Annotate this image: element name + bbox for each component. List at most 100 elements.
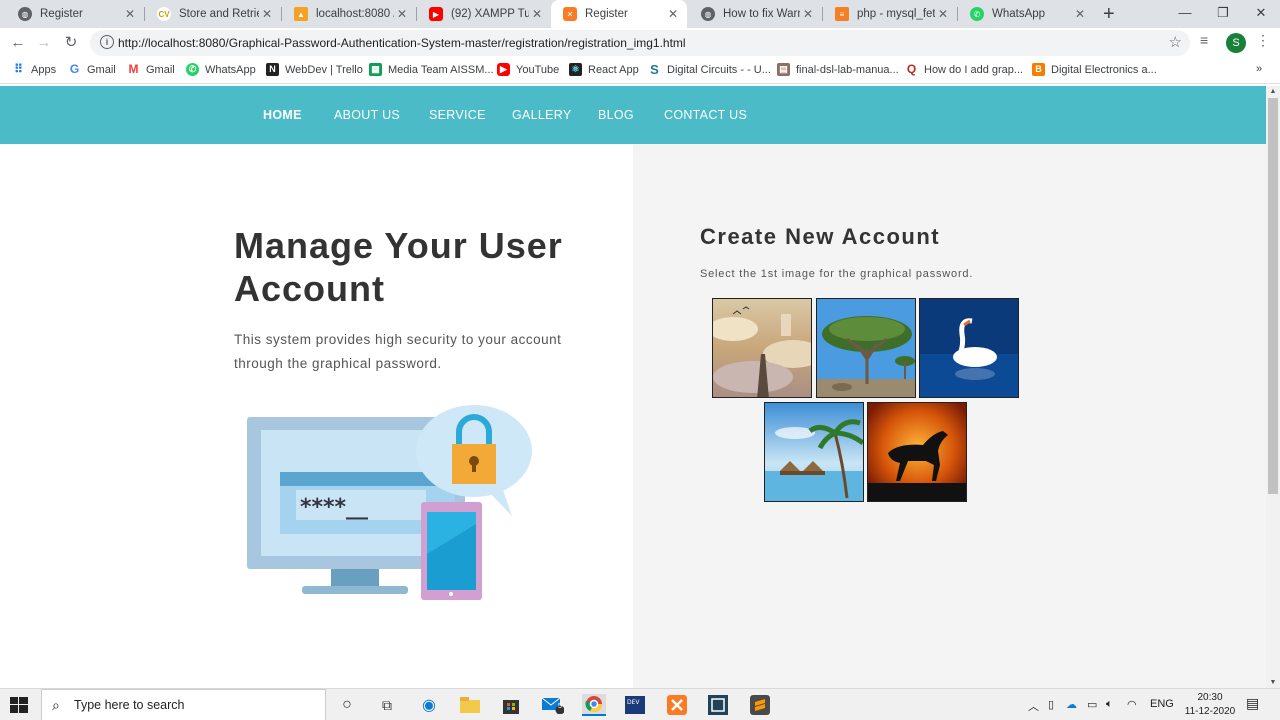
tab-title: (92) XAMPP Tutori	[451, 8, 529, 20]
bookmark-youtube[interactable]: ▶ YouTube	[497, 63, 559, 76]
bookmark-label: final-dsl-lab-manua...	[796, 63, 899, 76]
tab-xampp-tutorial[interactable]: ▶ (92) XAMPP Tutori ✕	[417, 0, 551, 28]
close-icon[interactable]: ✕	[122, 7, 138, 21]
new-tab-button[interactable]: +	[1103, 3, 1115, 25]
bookmark-dsl-lab[interactable]: ▤ final-dsl-lab-manua...	[777, 63, 899, 76]
sublime-text-icon[interactable]	[748, 694, 772, 716]
devcpp-icon[interactable]: DEV	[623, 694, 647, 716]
bookmarks-overflow-button[interactable]: »	[1256, 63, 1262, 75]
hero-section: Manage Your User Account This system pro…	[0, 144, 633, 688]
browser-toolbar: ← → ↻ i http://localhost:8080/Graphical-…	[0, 28, 1280, 58]
scrollbar-thumb[interactable]	[1268, 98, 1278, 494]
bookmarks-bar: ⠿ Apps G Gmail M Gmail ✆ WhatsApp N WebD…	[0, 58, 1280, 84]
fantasy-bridge-image[interactable]	[712, 298, 812, 398]
nav-gallery[interactable]: GALLERY	[512, 108, 572, 122]
close-icon[interactable]: ✕	[1072, 7, 1088, 21]
nav-about-us[interactable]: ABOUT US	[334, 108, 400, 122]
bookmark-media-team[interactable]: ▦ Media Team AISSM...	[369, 63, 494, 76]
bookmark-label: YouTube	[516, 63, 560, 76]
close-icon[interactable]: ✕	[259, 7, 275, 21]
cortana-icon[interactable]: ○	[335, 694, 359, 716]
nav-home[interactable]: HOME	[263, 108, 302, 122]
nav-service[interactable]: SERVICE	[429, 108, 486, 122]
notification-icon[interactable]: ▤	[1246, 695, 1259, 712]
url-text[interactable]: http://localhost:8080/Graphical-Password…	[118, 36, 686, 50]
bookmark-gmail[interactable]: M Gmail	[127, 63, 175, 76]
reload-icon[interactable]: ↻	[61, 33, 81, 53]
media-control-icon[interactable]: ≡	[1200, 32, 1208, 48]
scroll-down-icon[interactable]: ▼	[1266, 679, 1280, 686]
menu-kebab-icon[interactable]: ⋮	[1256, 32, 1270, 49]
beach-palm-image[interactable]	[764, 402, 864, 502]
forward-arrow-icon[interactable]: →	[34, 33, 54, 53]
taskbar-search[interactable]: ⌕ Type here to search	[41, 689, 326, 720]
xampp-icon[interactable]	[665, 694, 689, 716]
scroll-up-icon[interactable]: ▲	[1266, 88, 1280, 95]
image-instruction: Select the 1st image for the graphical p…	[700, 268, 974, 280]
tab-fix-warning[interactable]: ◍ How to fix Warning ✕	[689, 0, 822, 28]
back-arrow-icon[interactable]: ←	[8, 33, 28, 53]
minimize-button[interactable]: —	[1166, 0, 1204, 28]
bookmark-trello[interactable]: N WebDev | Trello	[266, 63, 363, 76]
bookmark-react-app[interactable]: ⚛ React App	[569, 63, 639, 76]
create-account-title: Create New Account	[700, 224, 941, 249]
swan-image[interactable]	[919, 298, 1019, 398]
brackets-icon[interactable]	[706, 694, 730, 716]
notion-icon: N	[266, 63, 279, 76]
bookmark-whatsapp[interactable]: ✆ WhatsApp	[186, 63, 256, 76]
close-icon[interactable]: ✕	[665, 7, 681, 21]
tab-store-retrieve[interactable]: CV Store and Retrieve ✕	[145, 0, 281, 28]
nav-contact-us[interactable]: CONTACT US	[664, 108, 747, 122]
info-icon[interactable]: i	[100, 35, 114, 49]
windows-taskbar: ⌕ Type here to search ○ ⧉ ◉ 5 DEV ︿ ▯ ☁ …	[0, 688, 1280, 720]
tab-phpmyadmin[interactable]: ▲ localhost:8080 / 12 ✕	[282, 0, 416, 28]
whatsapp-icon: ✆	[970, 7, 984, 21]
store-icon[interactable]	[499, 694, 523, 716]
tab-register-1[interactable]: ◍ Register ✕	[6, 0, 144, 28]
chrome-icon[interactable]	[582, 694, 606, 716]
windows-start-icon[interactable]	[10, 697, 28, 713]
bookmark-gmail-google[interactable]: G Gmail	[68, 63, 116, 76]
bookmark-quora[interactable]: Q How do I add grap...	[905, 63, 1023, 76]
page-scrollbar[interactable]: ▲ ▼	[1266, 86, 1280, 688]
nav-blog[interactable]: BLOG	[598, 108, 634, 122]
password-mask-text: ****__	[300, 495, 368, 520]
whatsapp-icon: ✆	[186, 63, 199, 76]
profile-avatar[interactable]: S	[1226, 33, 1246, 53]
volume-icon[interactable]: 🔈︎	[1106, 698, 1113, 711]
onedrive-icon[interactable]: ☁	[1066, 698, 1077, 711]
wifi-icon[interactable]: ◠	[1127, 698, 1137, 711]
tray-expand-icon[interactable]: ︿	[1028, 698, 1039, 714]
close-icon[interactable]: ✕	[935, 7, 951, 21]
globe-icon: ◍	[701, 7, 715, 21]
tab-mysql-fetch[interactable]: ≡ php - mysql_fetch_ ✕	[823, 0, 957, 28]
close-icon[interactable]: ✕	[529, 7, 545, 21]
react-icon: ⚛	[569, 63, 582, 76]
mail-icon[interactable]: 5	[541, 694, 565, 716]
battery-icon[interactable]: ▭	[1087, 698, 1097, 711]
blogger-icon: B	[1032, 63, 1045, 76]
tab-register-active[interactable]: ✕ Register ✕	[551, 0, 687, 28]
bookmark-digital-circuits[interactable]: S Digital Circuits - - U...	[648, 63, 771, 76]
close-window-button[interactable]: ✕	[1242, 0, 1280, 28]
edge-icon[interactable]: ◉	[417, 694, 441, 716]
taskbar-clock[interactable]: 20:30 11-12-2020	[1180, 691, 1240, 719]
file-explorer-icon[interactable]	[458, 694, 482, 716]
bookmark-star-icon[interactable]: ☆	[1169, 33, 1182, 51]
dragon-tree-image[interactable]	[816, 298, 916, 398]
tab-title: Store and Retrieve	[179, 8, 259, 20]
close-icon[interactable]: ✕	[394, 7, 410, 21]
bookmark-digital-electronics[interactable]: B Digital Electronics a...	[1032, 63, 1157, 76]
google-icon: G	[69, 62, 80, 76]
maximize-button[interactable]: ❐	[1204, 0, 1242, 28]
task-view-icon[interactable]: ⧉	[375, 694, 399, 716]
quora-icon: Q	[906, 62, 917, 76]
bookmark-label: Gmail	[87, 63, 116, 76]
address-bar[interactable]: i http://localhost:8080/Graphical-Passwo…	[90, 30, 1190, 56]
close-icon[interactable]: ✕	[800, 7, 816, 21]
tab-whatsapp[interactable]: ✆ WhatsApp ✕	[958, 0, 1094, 28]
tray-device-icon[interactable]: ▯	[1048, 698, 1054, 711]
bookmark-apps[interactable]: ⠿ Apps	[12, 63, 56, 76]
horse-sunset-image[interactable]	[867, 402, 967, 502]
language-indicator[interactable]: ENG	[1150, 698, 1174, 710]
